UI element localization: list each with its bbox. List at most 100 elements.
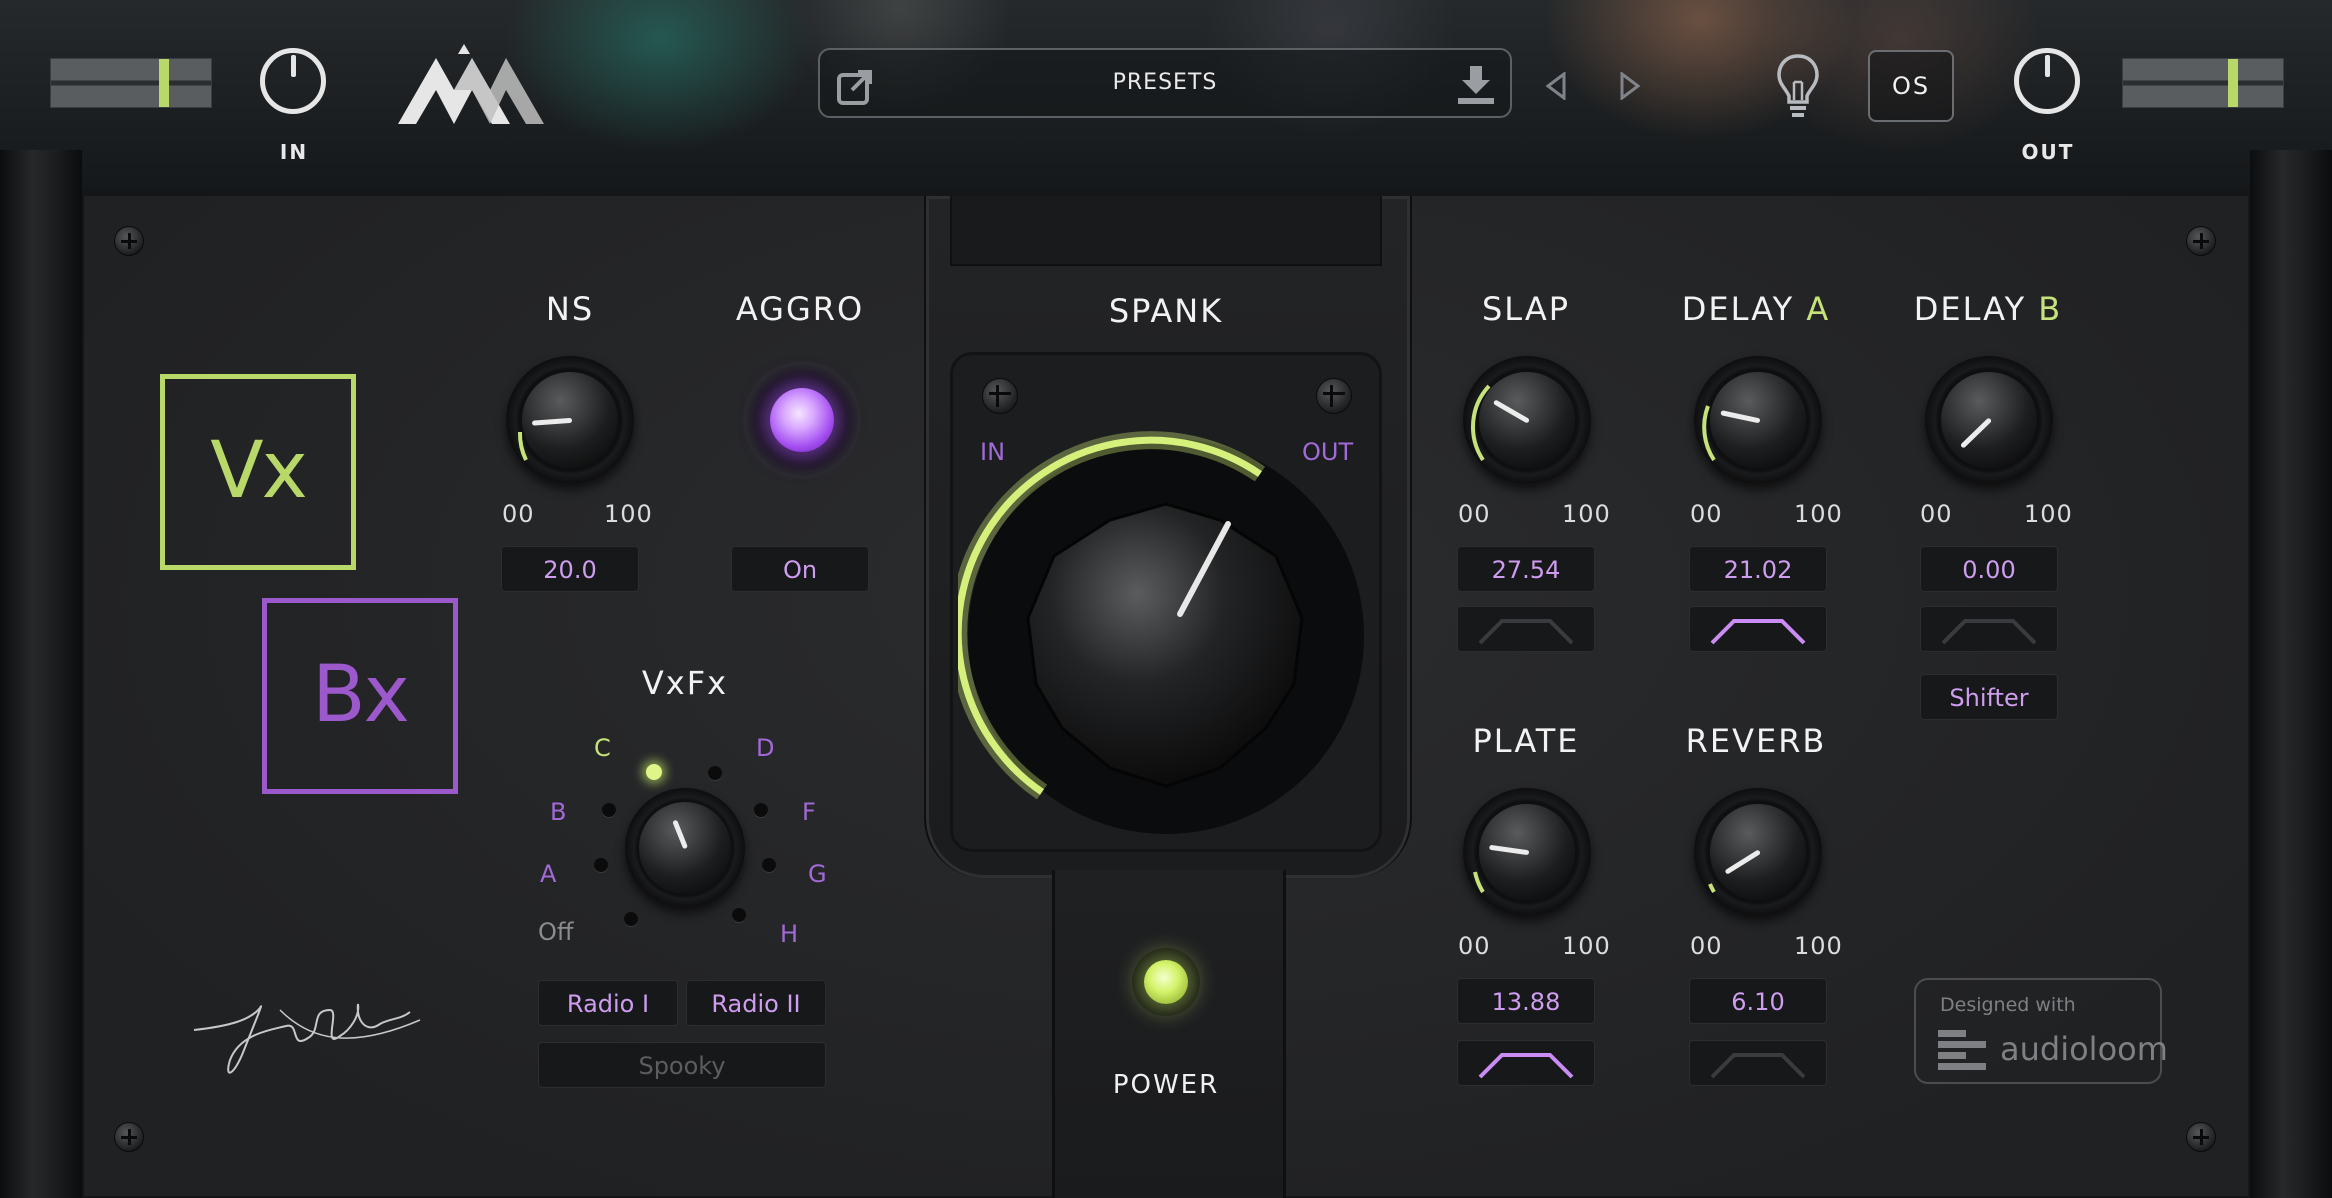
- vxfx-dot-d: [708, 766, 722, 780]
- left-rail: [0, 150, 82, 1198]
- delay-a-knob[interactable]: [1694, 356, 1822, 484]
- plate-knob-arc: [1473, 871, 1485, 894]
- badge-caption: Designed with: [1940, 994, 2076, 1016]
- screw-icon: [1316, 378, 1352, 414]
- slap-value[interactable]: 27.54: [1457, 546, 1595, 592]
- input-gain-knob[interactable]: [260, 48, 326, 114]
- filter-shape-icon: [1710, 619, 1806, 645]
- slap-knob[interactable]: [1463, 356, 1591, 484]
- plate-knob[interactable]: [1463, 788, 1591, 916]
- vxfx-dot-g: [762, 858, 776, 872]
- plate-max: 100: [1562, 932, 1611, 960]
- slap-label: SLAP: [1481, 290, 1571, 328]
- reverb-knob-arc: [1708, 883, 1716, 894]
- badge-brand: audioloom: [2000, 1030, 2168, 1068]
- screw-icon: [114, 1122, 144, 1152]
- vxfx-position-a[interactable]: A: [540, 860, 556, 888]
- vxfx-dot-h: [732, 908, 746, 922]
- delay-a-value[interactable]: 21.02: [1689, 546, 1827, 592]
- delay-b-min: 00: [1920, 500, 1953, 528]
- vxfx-position-b[interactable]: B: [550, 798, 566, 826]
- presets-label[interactable]: PRESETS: [820, 70, 1510, 95]
- vxfx-position-f[interactable]: F: [802, 798, 816, 826]
- input-label: IN: [279, 140, 309, 164]
- header-bar: IN PRESETS OS OUT: [0, 0, 2332, 190]
- delay-b-value[interactable]: 0.00: [1920, 546, 2058, 592]
- filter-shape-icon: [1478, 619, 1574, 645]
- download-icon[interactable]: [1456, 64, 1496, 106]
- vxfx-selector-knob[interactable]: [625, 788, 745, 908]
- filter-shape-icon: [1710, 1053, 1806, 1079]
- aggro-led-icon: [770, 388, 834, 452]
- radio-ii-button[interactable]: Radio II: [686, 980, 826, 1026]
- vxfx-position-g[interactable]: G: [808, 860, 827, 888]
- screw-icon: [2186, 226, 2216, 256]
- vxfx-dot-b: [602, 803, 616, 817]
- vxfx-dot-f: [754, 803, 768, 817]
- filter-shape-icon: [1941, 619, 2037, 645]
- vxfx-dot-off: [624, 912, 638, 926]
- screw-icon: [114, 226, 144, 256]
- lightbulb-icon[interactable]: [1774, 52, 1822, 122]
- spank-label: SPANK: [1108, 292, 1224, 330]
- ns-min: 00: [502, 500, 535, 528]
- vxfx-position-c[interactable]: C: [594, 734, 611, 762]
- filter-shape-icon: [1478, 1053, 1574, 1079]
- spank-knob[interactable]: [958, 428, 1374, 844]
- ns-max: 100: [604, 500, 653, 528]
- brand-logo: [398, 44, 544, 124]
- delay-b-filter-button[interactable]: [1920, 606, 2058, 652]
- delay-a-max: 100: [1794, 500, 1843, 528]
- output-meter-level: [2228, 59, 2238, 107]
- delay-b-max: 100: [2024, 500, 2073, 528]
- vxfx-position-h[interactable]: H: [780, 920, 798, 948]
- spooky-button[interactable]: Spooky: [538, 1042, 826, 1088]
- vxfx-position-off[interactable]: Off: [538, 918, 573, 946]
- plate-value[interactable]: 13.88: [1457, 978, 1595, 1024]
- delay-b-knob[interactable]: [1925, 356, 2053, 484]
- delay-b-label: DELAY B: [1913, 290, 2063, 328]
- reverb-value[interactable]: 6.10: [1689, 978, 1827, 1024]
- bx-mode-logo: Bx: [262, 598, 458, 794]
- plate-filter-button[interactable]: [1457, 1040, 1595, 1086]
- output-label: OUT: [2021, 140, 2075, 164]
- vxfx-label: VxFx: [641, 664, 729, 702]
- reverb-filter-button[interactable]: [1689, 1040, 1827, 1086]
- power-led-icon: [1144, 960, 1188, 1004]
- screw-icon: [2186, 1122, 2216, 1152]
- vxfx-dot-a: [594, 858, 608, 872]
- slap-min: 00: [1458, 500, 1491, 528]
- radio-i-button[interactable]: Radio I: [538, 980, 678, 1026]
- reverb-knob[interactable]: [1694, 788, 1822, 916]
- right-rail: [2250, 150, 2332, 1198]
- next-preset-icon[interactable]: [1618, 72, 1642, 100]
- ns-value[interactable]: 20.0: [501, 546, 639, 592]
- vxfx-position-d[interactable]: D: [756, 734, 774, 762]
- plate-label: PLATE: [1472, 722, 1580, 760]
- aggro-button[interactable]: [744, 362, 860, 478]
- previous-preset-icon[interactable]: [1544, 72, 1568, 100]
- audioloom-logo-icon: [1938, 1030, 1986, 1070]
- plate-min: 00: [1458, 932, 1491, 960]
- delay-a-label: DELAY A: [1681, 290, 1831, 328]
- aggro-label: AGGRO: [735, 290, 865, 328]
- aggro-value[interactable]: On: [731, 546, 869, 592]
- output-gain-knob[interactable]: [2014, 48, 2080, 114]
- output-meter: [2122, 58, 2284, 108]
- presets-bar[interactable]: PRESETS: [818, 48, 1512, 118]
- audioloom-badge[interactable]: Designed with audioloom: [1914, 978, 2168, 1084]
- power-button[interactable]: [1132, 948, 1200, 1016]
- slap-filter-button[interactable]: [1457, 606, 1595, 652]
- input-meter-level: [159, 59, 169, 107]
- delay-a-filter-button[interactable]: [1689, 606, 1827, 652]
- center-stem: [1052, 870, 1286, 1198]
- delay-a-min: 00: [1690, 500, 1723, 528]
- vx-mode-logo: Vx: [160, 374, 356, 570]
- screw-icon: [982, 378, 1018, 414]
- shifter-button[interactable]: Shifter: [1920, 674, 2058, 720]
- reverb-min: 00: [1690, 932, 1723, 960]
- ns-knob[interactable]: [506, 356, 634, 484]
- input-meter: [50, 58, 212, 108]
- oversampling-button[interactable]: OS: [1868, 50, 1954, 122]
- reverb-label: REVERB: [1685, 722, 1827, 760]
